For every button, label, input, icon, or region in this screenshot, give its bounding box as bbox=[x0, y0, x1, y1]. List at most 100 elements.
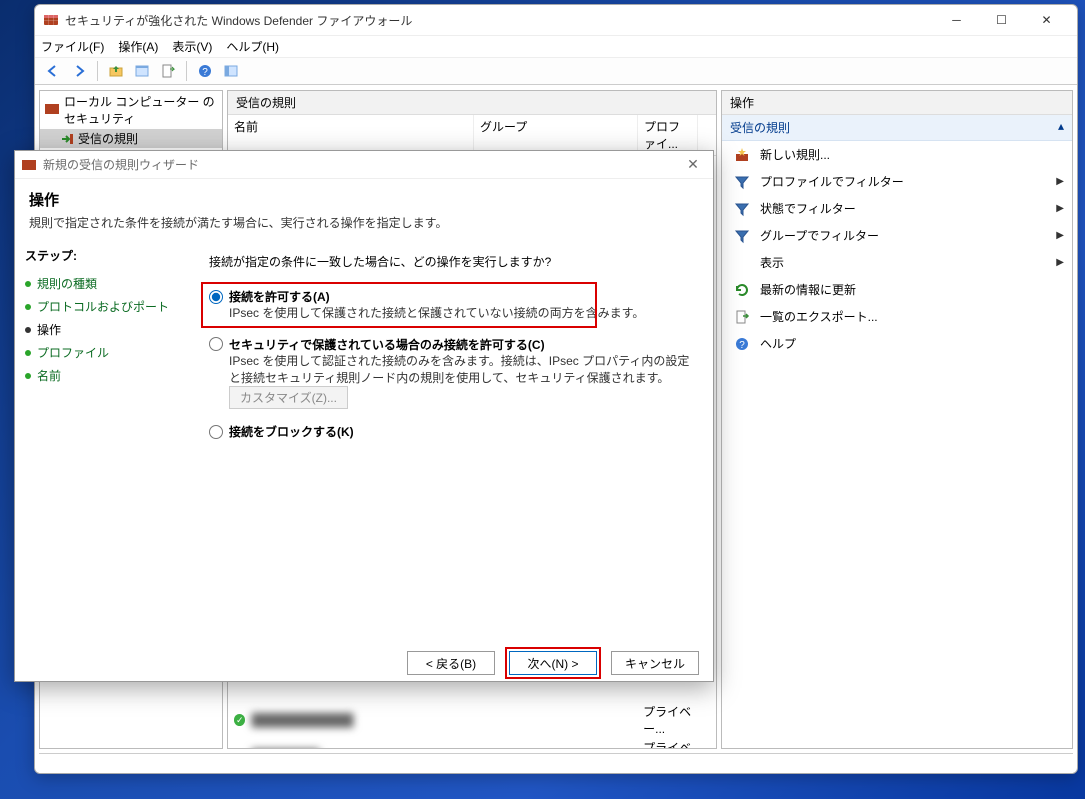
customize-button: カスタマイズ(Z)... bbox=[229, 386, 348, 409]
wizard-step[interactable]: 名前 bbox=[25, 364, 181, 387]
action-item[interactable]: 表示 ▶ bbox=[722, 249, 1072, 276]
option-block[interactable]: 接続をブロックする(K) bbox=[209, 423, 695, 440]
next-button[interactable]: 次へ(N) > bbox=[509, 651, 597, 675]
action-item[interactable]: グループでフィルター ▶ bbox=[722, 222, 1072, 249]
svg-text:?: ? bbox=[202, 67, 208, 78]
wizard-title: 新規の受信の規則ウィザード bbox=[43, 156, 679, 173]
toolbar: ? bbox=[35, 57, 1077, 85]
filter-icon bbox=[734, 174, 750, 190]
row-profile: プライベー... bbox=[643, 703, 710, 737]
radio-allow[interactable] bbox=[209, 290, 223, 304]
up-folder-button[interactable] bbox=[104, 59, 128, 83]
action-item[interactable]: ? ヘルプ bbox=[722, 330, 1072, 357]
chevron-right-icon: ▶ bbox=[1056, 257, 1064, 268]
action-item[interactable]: プロファイルでフィルター▶ bbox=[722, 168, 1072, 195]
wizard-subheading: 規則で指定された条件を接続が満たす場合に、実行される操作を指定します。 bbox=[29, 214, 699, 231]
row-profile: プライベー... bbox=[643, 739, 710, 748]
chevron-right-icon: ▶ bbox=[1056, 230, 1064, 241]
refresh-icon bbox=[734, 282, 750, 298]
table-row[interactable]: ✓████████プライベー... bbox=[228, 738, 716, 748]
filter-icon bbox=[734, 201, 750, 217]
table-row[interactable]: ✓████████████プライベー... bbox=[228, 702, 716, 738]
col-profile[interactable]: プロファイ... bbox=[638, 115, 698, 155]
wizard-titlebar[interactable]: 新規の受信の規則ウィザード ✕ bbox=[15, 151, 713, 179]
action-item-label: グループでフィルター bbox=[760, 227, 879, 244]
col-group[interactable]: グループ bbox=[474, 115, 638, 155]
wizard-step-label: プロファイル bbox=[37, 344, 109, 361]
wizard-heading: 操作 bbox=[29, 189, 699, 210]
col-name[interactable]: 名前 bbox=[228, 115, 474, 155]
step-marker-icon bbox=[25, 281, 31, 287]
tree-root[interactable]: ローカル コンピューター のセキュリティ bbox=[40, 91, 222, 129]
step-marker-icon bbox=[25, 327, 31, 333]
option-allow[interactable]: 接続を許可する(A) IPsec を使用して保護された接続と保護されていない接続… bbox=[209, 288, 695, 322]
action-item-label: 表示 bbox=[760, 254, 784, 271]
help-icon: ? bbox=[734, 336, 750, 352]
option-secure-desc: IPsec を使用して認証された接続のみを含みます。接続は、IPsec プロパテ… bbox=[229, 353, 695, 387]
radio-allow-secure[interactable] bbox=[209, 337, 223, 351]
export-icon bbox=[734, 309, 750, 325]
action-item[interactable]: 新しい規則... bbox=[722, 141, 1072, 168]
wizard-button-row: < 戻る(B) 次へ(N) > キャンセル bbox=[15, 641, 713, 685]
option-secure-label: セキュリティで保護されている場合のみ接続を許可する(C) bbox=[229, 336, 545, 353]
collapse-icon[interactable]: ▴ bbox=[1058, 119, 1064, 136]
export-button[interactable] bbox=[156, 59, 180, 83]
menu-view[interactable]: 表示(V) bbox=[172, 38, 212, 55]
wizard-header: 操作 規則で指定された条件を接続が満たす場合に、実行される操作を指定します。 bbox=[15, 179, 713, 239]
blank-icon bbox=[734, 255, 750, 271]
wizard-close-button[interactable]: ✕ bbox=[679, 153, 707, 177]
action-item-label: 最新の情報に更新 bbox=[760, 281, 856, 298]
minimize-button[interactable]: ─ bbox=[934, 5, 979, 35]
close-button[interactable]: ✕ bbox=[1024, 5, 1069, 35]
tree-item-inbound[interactable]: 受信の規則 bbox=[40, 129, 222, 148]
menu-bar: ファイル(F) 操作(A) 表示(V) ヘルプ(H) bbox=[35, 35, 1077, 57]
action-item[interactable]: 最新の情報に更新 bbox=[722, 276, 1072, 303]
actions-section[interactable]: 受信の規則 ▴ bbox=[722, 115, 1072, 141]
wizard-step[interactable]: プロファイル bbox=[25, 341, 181, 364]
forward-button[interactable] bbox=[67, 59, 91, 83]
back-button[interactable]: < 戻る(B) bbox=[407, 651, 495, 675]
wizard-step[interactable]: 規則の種類 bbox=[25, 272, 181, 295]
rules-heading: 受信の規則 bbox=[228, 91, 716, 115]
tree-root-label: ローカル コンピューター のセキュリティ bbox=[64, 93, 218, 127]
show-tree-button[interactable] bbox=[130, 59, 154, 83]
action-item[interactable]: 状態でフィルター▶ bbox=[722, 195, 1072, 222]
annotation-highlight: 次へ(N) > bbox=[505, 647, 601, 679]
action-item[interactable]: 一覧のエクスポート... bbox=[722, 303, 1072, 330]
enabled-icon: ✓ bbox=[234, 714, 245, 726]
firewall-icon bbox=[44, 101, 60, 120]
wizard-step[interactable]: プロトコルおよびポート bbox=[25, 295, 181, 318]
main-titlebar[interactable]: セキュリティが強化された Windows Defender ファイアウォール ─… bbox=[35, 5, 1077, 35]
wizard-content: 接続が指定の条件に一致した場合に、どの操作を実行しますか? 接続を許可する(A)… bbox=[191, 239, 713, 641]
menu-action[interactable]: 操作(A) bbox=[118, 38, 158, 55]
step-marker-icon bbox=[25, 304, 31, 310]
wand-icon bbox=[734, 147, 750, 163]
properties-button[interactable] bbox=[219, 59, 243, 83]
firewall-icon bbox=[21, 157, 37, 173]
action-item-label: ヘルプ bbox=[760, 335, 796, 352]
option-allow-label: 接続を許可する(A) bbox=[229, 288, 330, 305]
back-button[interactable] bbox=[41, 59, 65, 83]
step-marker-icon bbox=[25, 373, 31, 379]
inbound-icon bbox=[60, 132, 74, 146]
option-allow-secure[interactable]: セキュリティで保護されている場合のみ接続を許可する(C) IPsec を使用して… bbox=[209, 336, 695, 410]
menu-file[interactable]: ファイル(F) bbox=[41, 38, 104, 55]
steps-title: ステップ: bbox=[25, 247, 181, 264]
actions-heading: 操作 bbox=[722, 91, 1072, 115]
step-marker-icon bbox=[25, 350, 31, 356]
option-block-label: 接続をブロックする(K) bbox=[229, 423, 354, 440]
menu-help[interactable]: ヘルプ(H) bbox=[226, 38, 279, 55]
main-window-title: セキュリティが強化された Windows Defender ファイアウォール bbox=[65, 12, 934, 29]
action-item-label: 一覧のエクスポート... bbox=[760, 308, 878, 325]
wizard-step-label: プロトコルおよびポート bbox=[37, 298, 169, 315]
wizard-step-label: 操作 bbox=[37, 321, 61, 338]
cancel-button[interactable]: キャンセル bbox=[611, 651, 699, 675]
svg-text:?: ? bbox=[739, 340, 745, 351]
tree-item-label: 受信の規則 bbox=[78, 130, 138, 147]
wizard-question: 接続が指定の条件に一致した場合に、どの操作を実行しますか? bbox=[209, 253, 695, 270]
wizard-step[interactable]: 操作 bbox=[25, 318, 181, 341]
maximize-button[interactable]: ☐ bbox=[979, 5, 1024, 35]
radio-block[interactable] bbox=[209, 425, 223, 439]
help-button[interactable]: ? bbox=[193, 59, 217, 83]
chevron-right-icon: ▶ bbox=[1056, 203, 1064, 214]
